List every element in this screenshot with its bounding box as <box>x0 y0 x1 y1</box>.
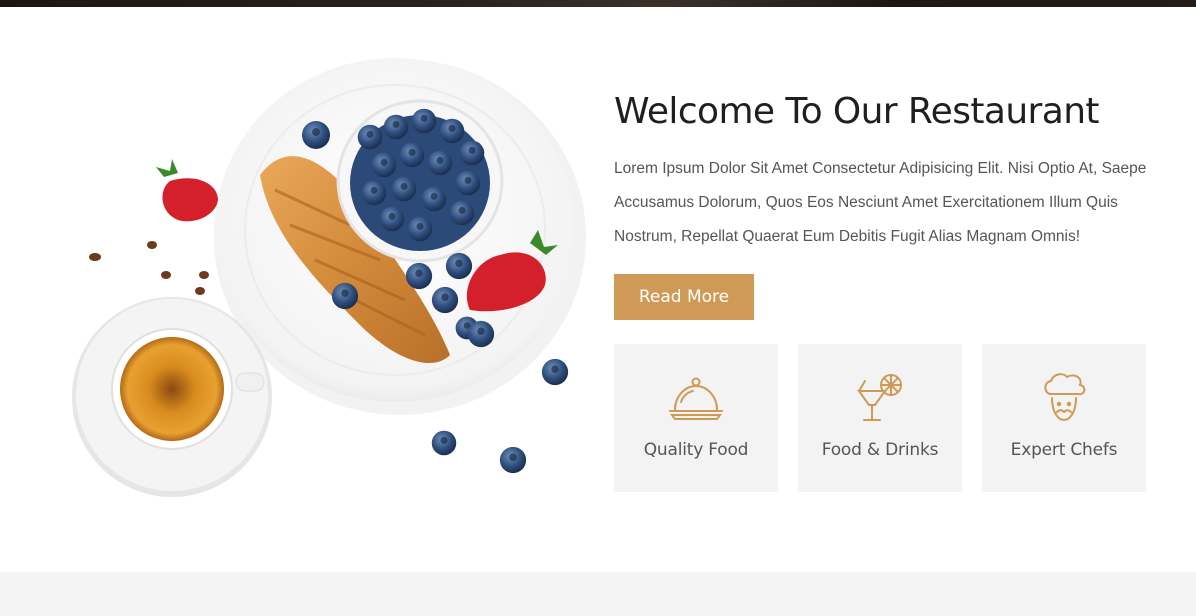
section-title: Welcome To Our Restaurant <box>614 91 1100 132</box>
feature-label: Quality Food <box>643 440 749 460</box>
feature-food-drinks[interactable]: Food & Drinks <box>798 344 962 492</box>
feature-label: Expert Chefs <box>1010 440 1118 460</box>
next-section-band <box>0 572 1196 616</box>
feature-expert-chefs[interactable]: Expert Chefs <box>982 344 1146 492</box>
feature-quality-food[interactable]: Quality Food <box>614 344 778 492</box>
cocktail-icon <box>855 372 905 426</box>
read-more-button[interactable]: Read More <box>614 274 754 320</box>
section-description: Lorem Ipsum Dolor Sit Amet Consectetur A… <box>614 160 1147 245</box>
header-image-strip <box>0 0 1196 7</box>
cloche-icon <box>667 372 725 426</box>
about-section: Welcome To Our Restaurant Lorem Ipsum Do… <box>614 88 1154 320</box>
chef-icon <box>1041 372 1087 426</box>
feature-tiles: Quality Food Food & Drinks Expert Chefs <box>614 344 1146 492</box>
feature-label: Food & Drinks <box>821 440 939 460</box>
breakfast-image <box>72 58 586 497</box>
